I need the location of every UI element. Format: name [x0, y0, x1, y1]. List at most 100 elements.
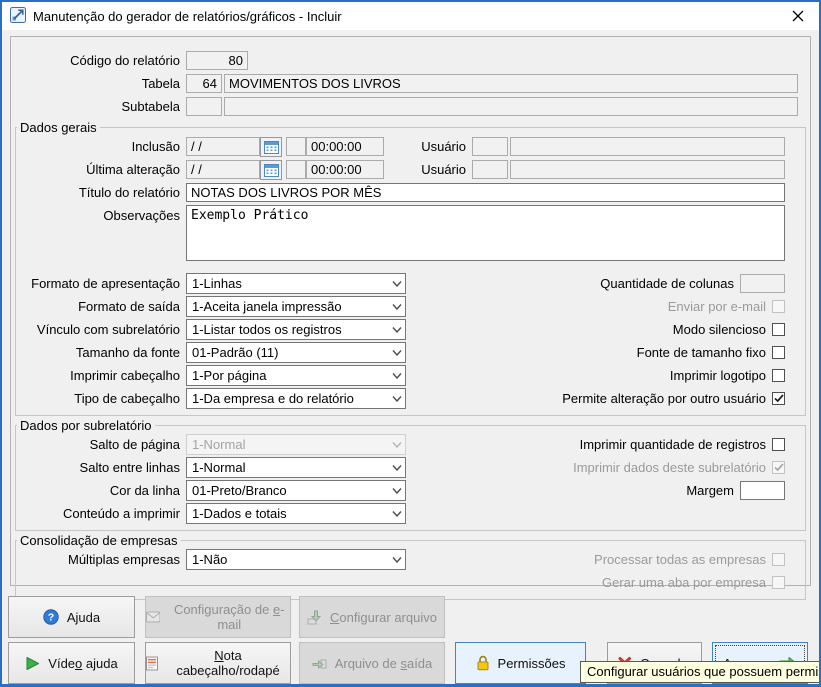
permite-alteracao-checkbox[interactable] — [772, 392, 785, 405]
subtabela-code-field — [186, 97, 222, 116]
tamanho-fonte-label: Tamanho da fonte — [16, 345, 186, 360]
group-subrelatorio-title: Dados por subrelatório — [17, 418, 155, 433]
window-title: Manutenção do gerador de relatórios/gráf… — [33, 9, 778, 24]
margem-input[interactable] — [740, 481, 785, 500]
form-panel: Código do relatório 80 Tabela 64 MOVIMEN… — [10, 36, 811, 586]
document-icon — [146, 656, 158, 671]
inclusao-usuario-code-field — [472, 137, 508, 156]
configurar-arquivo-button: Configurar arquivo — [299, 596, 445, 638]
gerar-aba-label: Gerar uma aba por empresa — [602, 575, 766, 590]
subtabela-name-field — [224, 97, 798, 116]
conteudo-imprimir-label: Conteúdo a imprimir — [16, 506, 186, 521]
permite-alteracao-label: Permite alteração por outro usuário — [562, 391, 766, 406]
chevron-down-icon — [392, 304, 402, 310]
calendar-button[interactable] — [260, 137, 282, 157]
inclusao-usuario-label: Usuário — [412, 139, 472, 154]
salto-pagina-label: Salto de página — [16, 437, 186, 452]
titulo-input[interactable]: NOTAS DOS LIVROS POR MÊS — [186, 183, 785, 202]
formato-apresentacao-select[interactable]: 1-Linhas — [186, 273, 406, 294]
permissoes-button[interactable]: Permissões — [455, 642, 586, 684]
svg-text:?: ? — [48, 612, 54, 624]
configuracao-email-button-label: Configuração de e-mail — [168, 602, 290, 632]
close-icon[interactable] — [785, 5, 811, 27]
imprimir-dados-sub-label: Imprimir dados deste subrelatório — [573, 460, 766, 475]
chevron-down-icon — [392, 488, 402, 494]
formato-saida-select[interactable]: 1-Aceita janela impressão — [186, 296, 406, 317]
configurar-arquivo-button-label: Configurar arquivo — [330, 610, 437, 625]
permissoes-button-label: Permissões — [498, 656, 566, 671]
subtabela-row: Subtabela — [11, 95, 810, 118]
multiplas-empresas-select[interactable]: 1-Não — [186, 549, 406, 570]
cor-linha-select[interactable]: 01-Preto/Branco — [186, 480, 406, 501]
email-icon — [146, 611, 160, 623]
chevron-down-icon — [392, 327, 402, 333]
chevron-down-icon — [392, 511, 402, 517]
ajuda-button-label: Ajuda — [67, 610, 100, 625]
group-dados-gerais: Dados gerais Inclusão / / 00:00:00 Usuár… — [15, 120, 806, 416]
fonte-fixa-label: Fonte de tamanho fixo — [637, 345, 766, 360]
inclusao-row: Inclusão / / 00:00:00 Usuário — [16, 135, 797, 158]
formato-saida-label: Formato de saída — [16, 299, 186, 314]
quantidade-colunas-label: Quantidade de colunas — [600, 276, 734, 291]
subtabela-label: Subtabela — [11, 99, 186, 114]
fonte-fixa-checkbox[interactable] — [772, 346, 785, 359]
enviar-email-checkbox — [772, 300, 785, 313]
conteudo-imprimir-select[interactable]: 1-Dados e totais — [186, 503, 406, 524]
inclusao-date-field: / / — [186, 137, 260, 156]
play-icon — [25, 656, 40, 671]
output-arrow-icon — [312, 656, 327, 671]
titulo-row: Título do relatório NOTAS DOS LIVROS POR… — [16, 181, 797, 204]
chevron-down-icon — [392, 442, 402, 448]
titulo-label: Título do relatório — [16, 185, 186, 200]
tabela-row: Tabela 64 MOVIMENTOS DOS LIVROS — [11, 72, 810, 95]
group-subrelatorio: Dados por subrelatório Salto de página 1… — [15, 418, 806, 531]
tabela-label: Tabela — [11, 76, 186, 91]
conteudo-imprimir-row: Conteúdo a imprimir 1-Dados e totais — [16, 502, 797, 525]
nota-cabecalho-rodape-button-label: Nota cabeçalho/rodapé — [166, 648, 290, 678]
observacoes-textarea[interactable]: Exemplo Prático — [186, 205, 785, 261]
alteracao-usuario-code-field — [472, 160, 508, 179]
imprimir-qtd-registros-checkbox[interactable] — [772, 438, 785, 451]
imprimir-cabecalho-row: Imprimir cabeçalho 1-Por página Imprimir… — [16, 364, 797, 387]
multiplas-empresas-label: Múltiplas empresas — [16, 552, 186, 567]
imprimir-logotipo-checkbox[interactable] — [772, 369, 785, 382]
formato-saida-row: Formato de saída 1-Aceita janela impress… — [16, 295, 797, 318]
alteracao-time-prefix-field — [286, 160, 306, 179]
modo-silencioso-checkbox[interactable] — [772, 323, 785, 336]
group-consolidacao-title: Consolidação de empresas — [17, 533, 181, 548]
lock-icon — [476, 655, 490, 671]
ajuda-button[interactable]: ? Ajuda — [8, 596, 135, 638]
vinculo-subrelatorio-select[interactable]: 1-Listar todos os registros — [186, 319, 406, 340]
chevron-down-icon — [392, 350, 402, 356]
formato-apresentacao-row: Formato de apresentação 1-Linhas Quantid… — [16, 272, 797, 295]
salto-linhas-select[interactable]: 1-Normal — [186, 457, 406, 478]
chevron-down-icon — [392, 373, 402, 379]
chevron-down-icon — [392, 557, 402, 563]
codigo-label: Código do relatório — [11, 53, 186, 68]
imprimir-cabecalho-select[interactable]: 1-Por página — [186, 365, 406, 386]
tamanho-fonte-select[interactable]: 01-Padrão (11) — [186, 342, 406, 363]
video-ajuda-button[interactable]: Vídeo ajuda — [8, 642, 135, 684]
configuracao-email-button: Configuração de e-mail — [145, 596, 291, 638]
salto-linhas-label: Salto entre linhas — [16, 460, 186, 475]
processar-empresas-label: Processar todas as empresas — [594, 552, 766, 567]
imprimir-dados-sub-checkbox — [772, 461, 785, 474]
tipo-cabecalho-select[interactable]: 1-Da empresa e do relatório — [186, 388, 406, 409]
nota-cabecalho-rodape-button[interactable]: Nota cabeçalho/rodapé — [145, 642, 291, 684]
calendar-button[interactable] — [260, 160, 282, 180]
chevron-down-icon — [392, 396, 402, 402]
arquivo-saida-button-label: Arquivo de saída — [335, 656, 433, 671]
observacoes-row: Observações Exemplo Prático — [16, 204, 797, 264]
tabela-name-field: MOVIMENTOS DOS LIVROS — [224, 74, 798, 93]
alteracao-date-field: / / — [186, 160, 260, 179]
tipo-cabecalho-label: Tipo de cabeçalho — [16, 391, 186, 406]
enviar-email-label: Enviar por e-mail — [668, 299, 766, 314]
check-icon — [774, 394, 784, 403]
tooltip: Configurar usuários que possuem permissã… — [580, 661, 821, 683]
alteracao-row: Última alteração / / 00:00:00 Usuário — [16, 158, 797, 181]
dialog-window: Manutenção do gerador de relatórios/gráf… — [0, 0, 821, 687]
download-arrow-icon — [307, 610, 322, 625]
observacoes-label: Observações — [16, 205, 186, 223]
processar-empresas-checkbox — [772, 553, 785, 566]
check-icon — [774, 463, 784, 472]
